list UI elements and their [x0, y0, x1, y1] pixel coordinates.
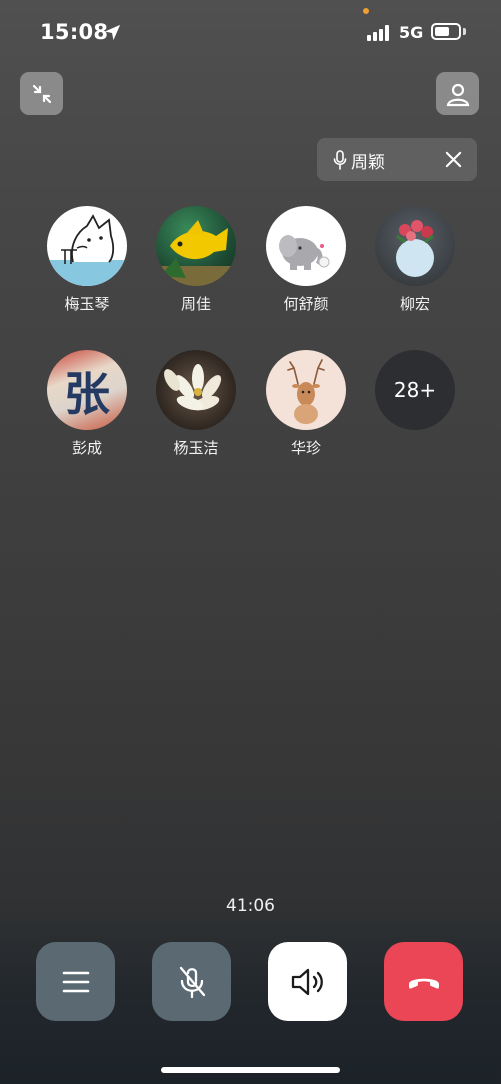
participant-tile[interactable]: 柳宏 [360, 206, 470, 314]
status-time: 15:08 [40, 20, 109, 44]
participant-tile[interactable]: 华珍 [251, 350, 361, 458]
avatar [156, 350, 236, 430]
active-speaker-name: 周颖 [351, 153, 385, 173]
minimize-icon [32, 84, 51, 103]
location-arrow-icon [104, 24, 121, 41]
participant-tile[interactable]: 何舒颜 [251, 206, 361, 314]
more-participants-tile[interactable]: 28+ [360, 350, 470, 430]
participant-name: 柳宏 [399, 295, 430, 313]
menu-icon [62, 971, 89, 992]
mute-button[interactable] [152, 942, 231, 1021]
avatar [375, 206, 455, 286]
speaker-icon [291, 968, 323, 995]
avatar: 张 [47, 350, 127, 430]
hang-up-button[interactable] [384, 942, 463, 1021]
avatar [266, 350, 346, 430]
avatar-character: 张 [64, 367, 110, 421]
hang-up-icon [408, 978, 439, 989]
minimize-button[interactable] [20, 72, 63, 115]
battery-cap [463, 28, 466, 35]
participant-name: 华珍 [290, 439, 321, 457]
participant-name: 彭成 [71, 439, 102, 457]
cellular-signal-icon [367, 25, 393, 41]
participant-name: 周佳 [180, 295, 211, 313]
participant-tile[interactable]: 杨玉洁 [141, 350, 251, 458]
menu-button[interactable] [36, 942, 115, 1021]
participant-tile[interactable]: 梅玉琴 [32, 206, 142, 314]
microphone-muted-icon [179, 966, 205, 998]
person-icon [446, 83, 469, 106]
battery-icon [431, 23, 461, 40]
status-bar: 15:08 5G [0, 0, 501, 64]
avatar [266, 206, 346, 286]
speaker-button[interactable] [268, 942, 347, 1021]
participant-tile[interactable]: 周佳 [141, 206, 251, 314]
call-duration: 41:06 [226, 896, 275, 916]
participants-button[interactable] [436, 72, 479, 115]
network-type: 5G [399, 23, 424, 42]
close-icon[interactable] [444, 150, 463, 169]
participant-name: 何舒颜 [283, 295, 329, 313]
avatar [47, 206, 127, 286]
microphone-icon [333, 150, 347, 170]
participant-name: 杨玉洁 [173, 439, 219, 457]
more-participants-count: 28+ [375, 350, 455, 430]
participant-tile[interactable]: 张 彭成 [32, 350, 142, 458]
privacy-indicator-dot [363, 8, 369, 14]
avatar [156, 206, 236, 286]
home-indicator[interactable] [161, 1067, 340, 1073]
participant-name: 梅玉琴 [64, 295, 110, 313]
